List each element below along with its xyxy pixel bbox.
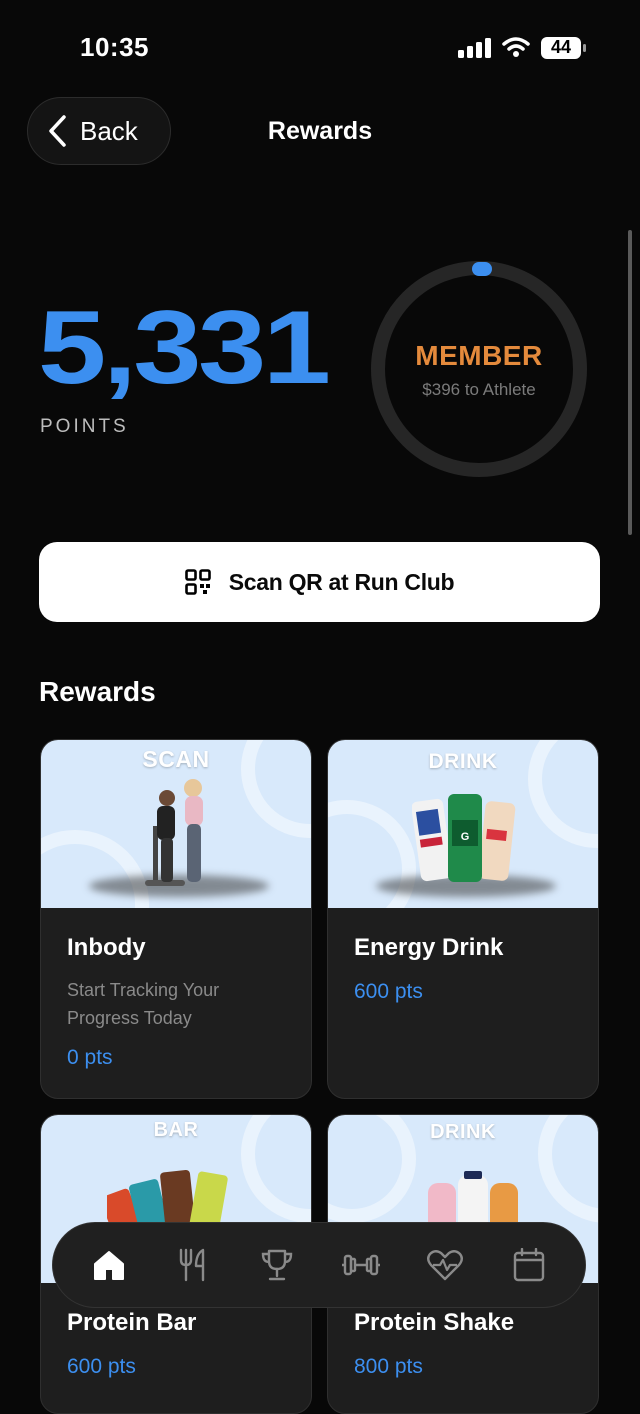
battery-level: 44 (550, 37, 572, 57)
svg-text:G: G (461, 831, 470, 843)
reward-points: 600 pts (354, 980, 423, 1003)
energy-drink-cans-photo: G (412, 794, 516, 882)
tab-bar (52, 1222, 586, 1308)
tier-progress-text: $396 to Athlete (422, 380, 536, 399)
rewards-section-title: Rewards (39, 676, 156, 707)
tab-home[interactable] (79, 1235, 139, 1295)
points-value: 5,331 (38, 290, 331, 406)
reward-card-inbody[interactable]: SCAN Inbody Start Tracking Your Progress… (40, 739, 312, 1099)
reward-description: Start Tracking Your Progress Today (67, 980, 220, 1028)
calendar-icon (513, 1248, 545, 1282)
tab-calendar[interactable] (499, 1235, 559, 1295)
status-time: 10:35 (80, 32, 149, 62)
tab-workouts[interactable] (331, 1235, 391, 1295)
trophy-icon (261, 1249, 293, 1281)
reward-image-energy-drink: DRINK G (328, 740, 598, 908)
reward-card-energy-drink[interactable]: DRINK G Energy Drink 600 pts (327, 739, 599, 1099)
tab-rewards[interactable] (247, 1235, 307, 1295)
tier-name: MEMBER (415, 340, 543, 371)
fork-knife-icon (179, 1248, 205, 1282)
heartbeat-icon (427, 1250, 463, 1281)
scan-qr-label: Scan QR at Run Club (228, 568, 455, 595)
scan-qr-button[interactable]: Scan QR at Run Club (39, 542, 600, 622)
tab-nutrition[interactable] (163, 1235, 223, 1295)
qr-code-icon (184, 569, 211, 595)
points-label: POINTS (40, 416, 129, 437)
reward-image-inbody: SCAN (41, 740, 311, 908)
reward-title: Energy Drink (354, 934, 504, 961)
reward-title: Protein Bar (67, 1309, 197, 1336)
reward-category: SCAN (142, 746, 210, 772)
reward-category: DRINK (428, 750, 498, 773)
page-title: Rewards (267, 117, 373, 145)
reward-title: Inbody (67, 934, 146, 961)
body-scan-photo (145, 779, 203, 886)
reward-title: Protein Shake (354, 1309, 515, 1336)
reward-points: 600 pts (67, 1355, 136, 1378)
home-icon (94, 1251, 124, 1280)
reward-points: 0 pts (67, 1046, 113, 1069)
reward-points: 800 pts (354, 1355, 423, 1378)
tier-progress-indicator (472, 262, 492, 276)
scrollbar[interactable] (628, 230, 632, 535)
tab-health[interactable] (415, 1235, 475, 1295)
cellular-signal-icon (458, 38, 491, 58)
battery-icon: 44 (540, 36, 586, 59)
wifi-icon (502, 37, 530, 57)
dumbbell-icon (342, 1254, 380, 1276)
reward-category: DRINK (430, 1121, 496, 1143)
reward-category: BAR (153, 1119, 199, 1141)
